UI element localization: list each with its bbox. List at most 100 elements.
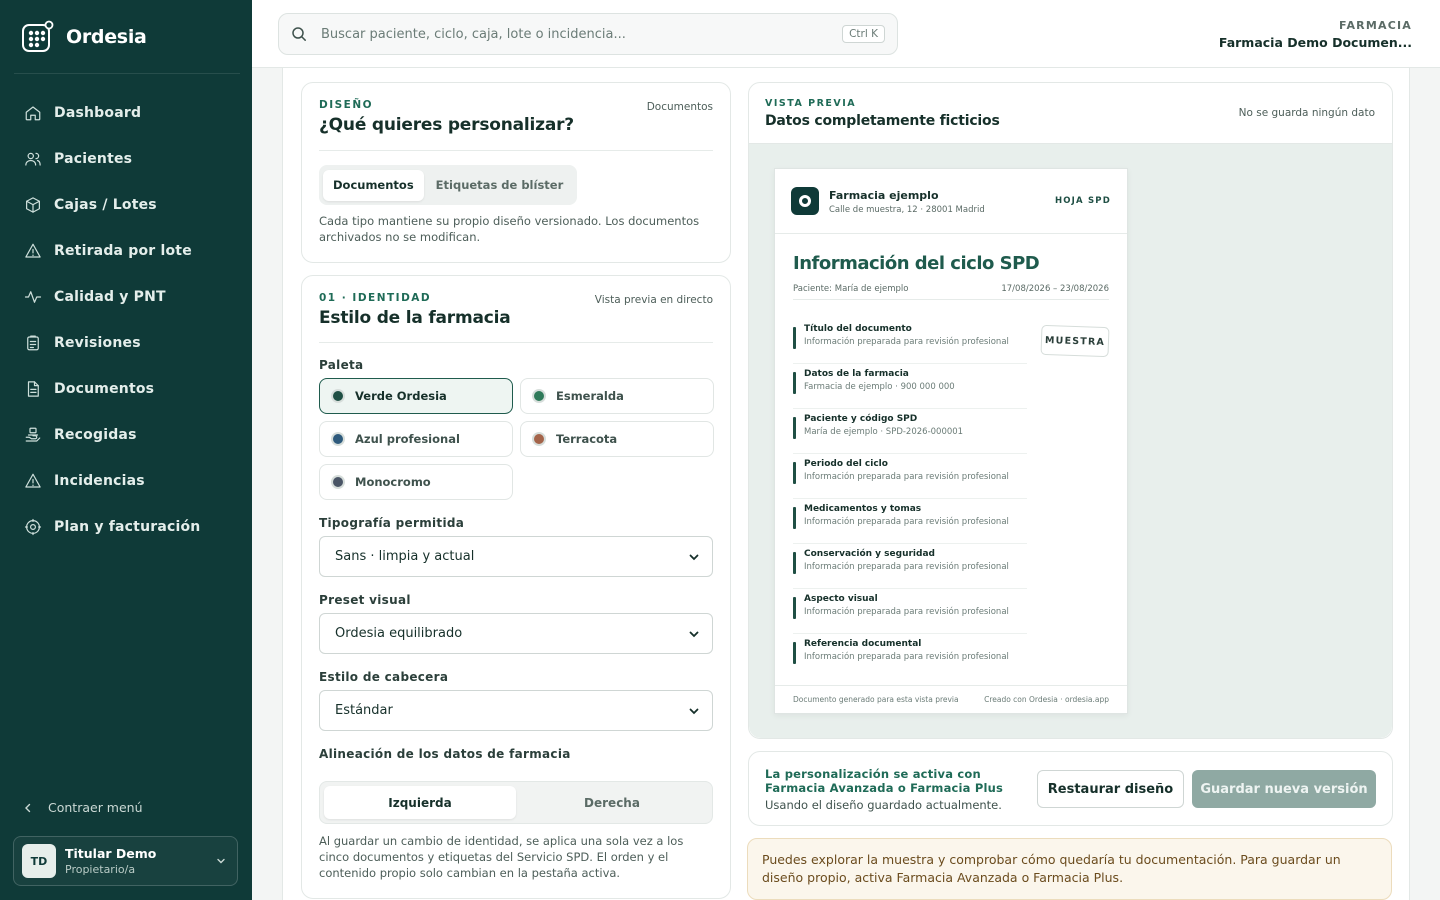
document-section-row: Periodo del ciclo Información preparada p… [793,454,1027,499]
palette-terracota[interactable]: Terracota [520,421,714,457]
brand[interactable]: Ordesia [20,20,147,54]
identity-card: 01 · IDENTIDAD Estilo de la farmacia Vis… [301,275,731,899]
section-title: Paciente y código SPD [804,414,918,424]
restore-design-button[interactable]: Restaurar diseño [1037,770,1184,808]
header-style-select[interactable]: Estándar [319,690,713,731]
sidebar-item-incidencias[interactable]: Incidencias [14,458,240,504]
search-input[interactable] [321,26,843,42]
document-header: Farmacia ejemplo Calle de muestra, 12 · … [775,169,1127,234]
sidebar-item-recogidas[interactable]: Recogidas [14,412,240,458]
sidebar-item-dashboard[interactable]: Dashboard [14,90,240,136]
document-pharmacy-name: Farmacia ejemplo [829,189,939,202]
sidebar: Ordesia Dashboard Pacientes Cajas / Lote… [0,0,252,900]
activity-icon [24,291,42,303]
actions-card: La personalización se activa con Farmaci… [748,751,1393,826]
section-title: Datos de la farmacia [804,369,909,379]
upgrade-notice: Puedes explorar la muestra y comprobar c… [747,838,1392,900]
design-help-text: Cada tipo mantiene su propio diseño vers… [319,214,700,244]
topbar: Ctrl K FARMACIA Farmacia Demo Documen... [252,0,1440,68]
preset-value: Ordesia equilibrado [335,626,463,641]
section-title: Título del documento [804,324,912,334]
align-right-option[interactable]: Derecha [516,786,708,819]
activation-title: La personalización se activa con Farmaci… [765,767,1004,795]
search-box[interactable]: Ctrl K [278,13,898,55]
preview-canvas: Farmacia ejemplo Calle de muestra, 12 · … [749,143,1392,738]
ordesia-logo-icon [22,20,54,52]
document-preview: Farmacia ejemplo Calle de muestra, 12 · … [774,168,1128,714]
document-footer: Documento generado para esta vista previ… [775,685,1127,713]
users-icon [25,152,41,166]
user-info: Titular Demo Propietario/a [65,846,215,876]
box-icon [26,197,40,213]
sidebar-item-calidad-pnt[interactable]: Calidad y PNT [14,274,240,320]
sidebar-item-revisiones[interactable]: Revisiones [14,320,240,366]
sidebar-divider [14,73,240,74]
card-meta: No se guarda ningún dato [1238,107,1375,119]
document-section-row: Medicamentos y tomas Información preparad… [793,499,1027,544]
alignment-label: Alineación de los datos de farmacia [319,747,571,761]
search-shortcut-badge: Ctrl K [842,25,885,43]
user-role: Propietario/a [65,863,136,876]
header-style-value: Estándar [335,703,393,718]
preset-select[interactable]: Ordesia equilibrado [319,613,713,654]
palette-label: Azul profesional [355,432,460,446]
sidebar-item-label: Retirada por lote [54,243,192,259]
user-name: Titular Demo [65,846,157,861]
palette-label: Esmeralda [556,389,624,403]
user-menu[interactable]: TD Titular Demo Propietario/a [13,836,238,886]
palette-label: Verde Ordesia [355,389,447,403]
header-style-label: Estilo de cabecera [319,670,449,684]
document-section-row: Paciente y código SPD María de ejemplo · … [793,409,1027,454]
palette-verde-ordesia[interactable]: Verde Ordesia [319,378,513,414]
document-section-row: Aspecto visual Información preparada para… [793,589,1027,634]
card-divider [319,150,713,151]
section-subtitle: Información preparada para revisión prof… [804,562,1009,572]
color-swatch-dot [532,389,546,403]
document-footer-left: Documento generado para esta vista previ… [793,695,959,704]
card-meta: Vista previa en directo [594,294,713,306]
sidebar-item-cajas-lotes[interactable]: Cajas / Lotes [14,182,240,228]
section-title: Periodo del ciclo [804,459,888,469]
sidebar-item-retirada-por-lote[interactable]: Retirada por lote [14,228,240,274]
alignment-toggle: Izquierda Derecha [319,781,713,824]
document-divider [793,299,1109,300]
sidebar-item-label: Incidencias [54,473,145,489]
palette-monocromo[interactable]: Monocromo [319,464,513,500]
card-title: Datos completamente ficticios [765,113,1000,129]
sidebar-item-plan-facturacion[interactable]: Plan y facturación [14,504,240,550]
sidebar-item-label: Documentos [54,381,155,397]
sidebar-item-documentos[interactable]: Documentos [14,366,240,412]
document-section-row: Conservación y seguridad Información prep… [793,544,1027,589]
sample-stamp: MUESTRA [1040,324,1110,358]
sidebar-item-label: Recogidas [54,427,137,443]
sidebar-item-pacientes[interactable]: Pacientes [14,136,240,182]
typography-select[interactable]: Sans · limpia y actual [319,536,713,577]
warning-icon [25,243,41,258]
document-patient: Paciente: María de ejemplo [793,284,909,294]
preset-label: Preset visual [319,593,411,607]
pharmacy-name: Farmacia Demo Documen... [1218,35,1412,50]
section-subtitle: Información preparada para revisión prof… [804,517,1009,527]
palette-esmeralda[interactable]: Esmeralda [520,378,714,414]
collapse-menu-button[interactable]: Contraer menú [22,800,143,815]
document-footer-right: Creado con Ordesia · ordesia.app [984,695,1109,704]
card-kicker: VISTA PREVIA [765,98,857,109]
document-section-row: Datos de la farmacia Farmacia de ejemplo … [793,364,1027,409]
sidebar-nav: Dashboard Pacientes Cajas / Lotes Retira… [14,90,240,550]
color-swatch-dot [331,389,345,403]
align-left-option[interactable]: Izquierda [324,786,516,819]
document-icon [27,381,39,397]
pharmacy-switcher[interactable]: FARMACIA Farmacia Demo Documen... [1219,19,1412,50]
tab-documentos[interactable]: Documentos [323,169,424,201]
chevron-down-icon [217,858,225,864]
pharmacy-logo-icon [791,187,819,215]
palette-azul-profesional[interactable]: Azul profesional [319,421,513,457]
card-divider [319,342,713,343]
chevron-down-icon [689,631,699,637]
section-subtitle: Información preparada para revisión prof… [804,607,1009,617]
save-new-version-button[interactable]: Guardar nueva versión [1192,770,1376,808]
section-subtitle: María de ejemplo · SPD-2026-000001 [804,427,964,437]
card-kicker: 01 · IDENTIDAD [319,292,432,304]
hand-package-icon [25,427,41,442]
tab-etiquetas-blister[interactable]: Etiquetas de blíster [426,170,574,201]
